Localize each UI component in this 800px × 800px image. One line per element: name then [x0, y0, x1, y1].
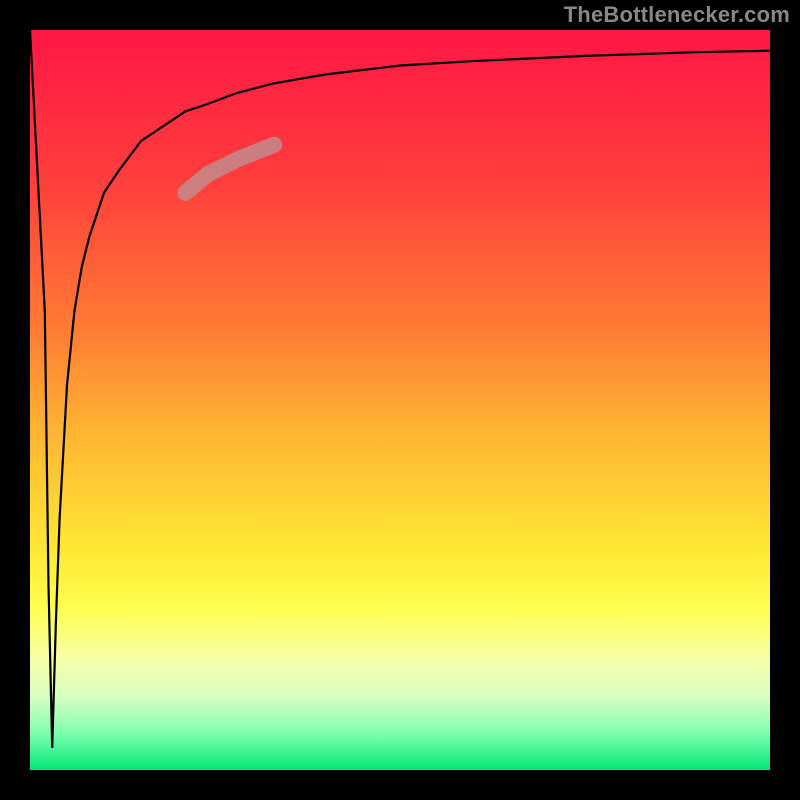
chart-svg [30, 30, 770, 770]
chart-frame: TheBottlenecker.com [0, 0, 800, 800]
watermark-label: TheBottlenecker.com [564, 2, 790, 28]
plot-area [30, 30, 770, 770]
